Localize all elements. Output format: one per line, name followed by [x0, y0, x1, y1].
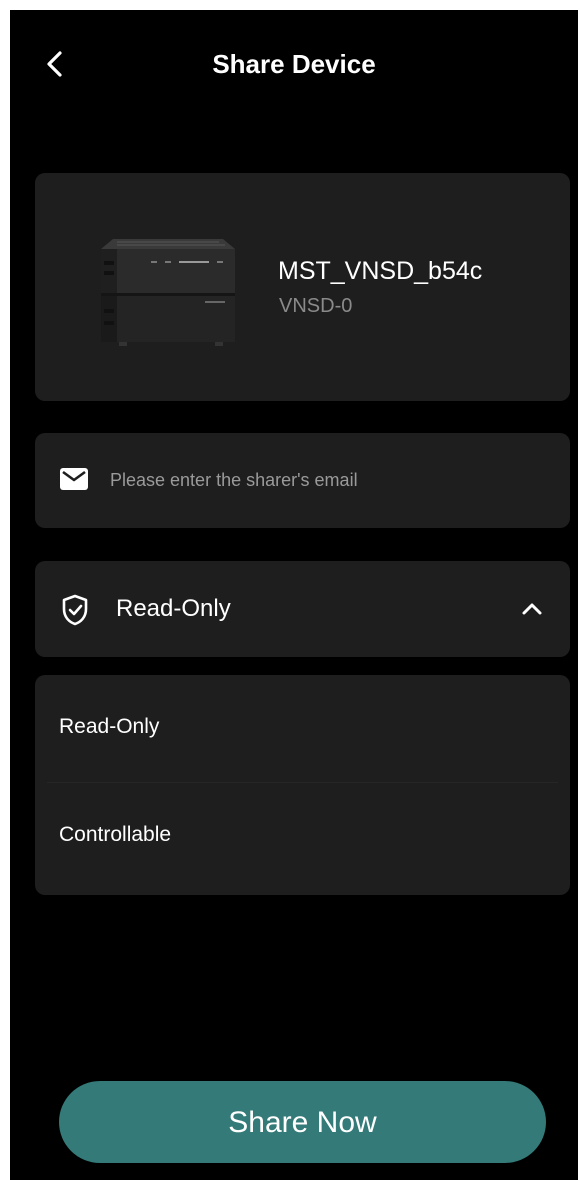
permission-selected-label: Read-Only — [116, 595, 231, 622]
header: Share Device — [10, 10, 578, 120]
share-now-button[interactable]: Share Now — [59, 1081, 546, 1163]
device-card: MST_VNSD_b54c VNSD-0 — [35, 173, 570, 401]
device-image — [101, 239, 235, 346]
mail-icon — [60, 468, 88, 490]
page-title: Share Device — [212, 49, 376, 79]
option-controllable[interactable]: Controllable — [35, 783, 570, 891]
permission-dropdown[interactable]: Read-Only — [35, 561, 570, 657]
share-device-screen: Share Device MST_VNSD_b54c VNSD-0 Please… — [10, 10, 578, 1180]
option-read-only[interactable]: Read-Only — [35, 675, 570, 783]
option-label: Read-Only — [59, 715, 160, 738]
device-model: VNSD-0 — [279, 295, 353, 317]
device-name: MST_VNSD_b54c — [278, 257, 483, 285]
email-field[interactable] — [110, 461, 550, 499]
option-label: Controllable — [59, 823, 172, 846]
email-field-card[interactable] — [35, 433, 570, 528]
chevron-up-icon[interactable] — [520, 599, 544, 617]
permission-options-list: Read-Only Controllable — [35, 675, 570, 895]
shield-check-icon — [62, 594, 88, 626]
